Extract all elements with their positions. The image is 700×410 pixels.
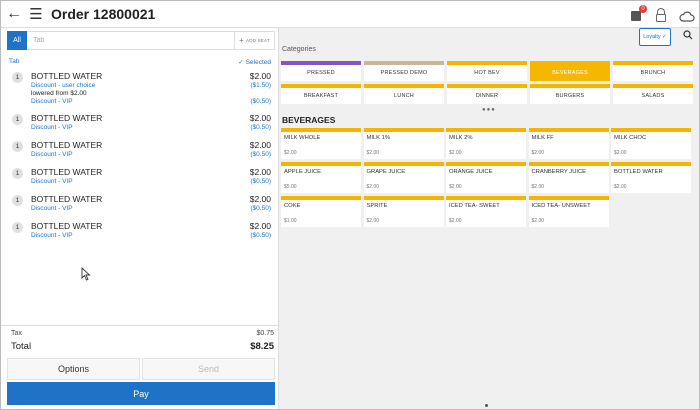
product-tile[interactable]: BOTTLED WATER $2.00 <box>611 162 691 193</box>
back-arrow-icon[interactable]: ← <box>1 1 27 28</box>
category-salads[interactable]: SALADS <box>613 84 693 104</box>
item-name: BOTTLED WATER <box>31 221 103 231</box>
item-price: $2.00 <box>249 167 271 177</box>
item-name: BOTTLED WATER <box>31 167 103 177</box>
add-seat-button[interactable]: + ADD SEAT <box>234 32 274 49</box>
tax-row: Tax $0.75 <box>11 330 274 337</box>
mouse-cursor-icon <box>81 267 91 281</box>
item-discount: Discount - VIP ($0.50) <box>31 178 271 185</box>
plus-icon: + <box>239 36 245 45</box>
product-tile[interactable]: MILK 2% $2.00 <box>446 128 526 159</box>
loyalty-button[interactable]: Loyalty ✓ <box>639 28 671 46</box>
tab-bar: All +ADD SEAT <box>7 30 275 50</box>
menu-icon[interactable]: ☰ <box>27 1 45 28</box>
category-grid: PRESSED PRESSED DEMO HOT BEV BEVERAGES B… <box>281 61 695 104</box>
tab-name-input[interactable] <box>27 32 234 49</box>
item-name: BOTTLED WATER <box>31 140 103 150</box>
product-grid: MILK WHOLE $2.00 MILK 1% $2.00 MILK 2% $2.0… <box>281 128 697 227</box>
top-header: ← ☰ Order 12800021 0 <box>1 1 699 28</box>
page-dots-indicator[interactable]: ●●● <box>482 107 496 113</box>
product-tile[interactable]: MILK CHOC $2.00 <box>611 128 691 159</box>
notification-badge: 0 <box>639 4 647 13</box>
categories-title: Categories <box>282 46 316 53</box>
menu-panel: Loyalty ✓ Categories PRESSED PRESSED DEM… <box>279 28 699 409</box>
selected-indicator[interactable]: ✓ Selected <box>238 58 271 66</box>
tab-all-button[interactable]: All <box>7 30 27 50</box>
order-item[interactable]: 1 BOTTLED WATER $2.00 Discount - VIP ($0.… <box>1 112 279 139</box>
tab-header-row: Tab ✓ Selected <box>9 58 271 66</box>
action-buttons: Options Send <box>7 358 275 380</box>
item-name: BOTTLED WATER <box>31 194 103 204</box>
item-price: $2.00 <box>249 113 271 123</box>
product-tile[interactable]: APPLE JUICE $5.00 <box>281 162 361 193</box>
item-discount: Discount - VIP ($0.50) <box>31 232 271 239</box>
quantity-badge: 1 <box>12 114 23 125</box>
product-tile[interactable]: ICED TEA- UNSWEET $2.00 <box>528 196 609 227</box>
quantity-badge: 1 <box>12 195 23 206</box>
order-title: Order 12800021 <box>51 6 156 22</box>
item-discount: Discount - VIP ($0.50) <box>31 205 271 212</box>
item-discount: Discount - VIP ($0.50) <box>31 124 271 131</box>
order-item[interactable]: 1 BOTTLED WATER $2.00 Discount - VIP ($0.… <box>1 139 279 166</box>
header-actions: 0 <box>629 1 695 28</box>
options-button[interactable]: Options <box>7 358 140 380</box>
category-pressed-demo[interactable]: PRESSED DEMO <box>364 61 444 81</box>
pay-button[interactable]: Pay <box>7 382 275 405</box>
quantity-badge: 1 <box>12 141 23 152</box>
order-items-list: 1 BOTTLED WATER $2.00 Discount - user ch… <box>1 70 279 247</box>
order-panel: All +ADD SEAT Tab ✓Selected 1 BOTTLED WA… <box>1 28 279 409</box>
section-title: BEVERAGES <box>282 115 336 125</box>
order-totals: Tax $0.75 Total $8.25 <box>1 325 279 352</box>
item-name: BOTTLED WATER <box>31 71 103 81</box>
item-name: BOTTLED WATER <box>31 113 103 123</box>
product-tile[interactable]: GRAPE JUICE $2.00 <box>363 162 444 193</box>
lock-icon[interactable] <box>655 7 667 22</box>
item-price: $2.00 <box>249 221 271 231</box>
item-price: $2.00 <box>249 194 271 204</box>
product-tile[interactable]: ORANGE JUICE $2.00 <box>446 162 526 193</box>
order-item[interactable]: 1 BOTTLED WATER $2.00 Discount - VIP ($0.… <box>1 220 279 247</box>
quantity-badge: 1 <box>12 168 23 179</box>
category-burgers[interactable]: BURGERS <box>530 84 610 104</box>
product-tile[interactable]: MILK 1% $2.00 <box>363 128 444 159</box>
check-icon: ✓ <box>238 59 244 66</box>
item-price: $2.00 <box>249 71 271 81</box>
quantity-badge: 1 <box>12 222 23 233</box>
page-indicator-dot <box>485 404 488 407</box>
total-row: Total $8.25 <box>11 341 274 352</box>
check-icon: ✓ <box>662 34 667 40</box>
cloud-icon[interactable] <box>679 9 695 22</box>
product-tile[interactable]: SPRITE $2.00 <box>363 196 444 227</box>
order-item[interactable]: 1 BOTTLED WATER $2.00 Discount - VIP ($0.… <box>1 193 279 220</box>
category-lunch[interactable]: LUNCH <box>364 84 444 104</box>
category-pressed[interactable]: PRESSED <box>281 61 361 81</box>
category-brunch[interactable]: BRUNCH <box>613 61 693 81</box>
total-value: $8.25 <box>250 341 274 352</box>
tab-label[interactable]: Tab <box>9 58 19 66</box>
shopping-bag-icon[interactable]: 0 <box>629 4 647 22</box>
product-tile[interactable]: COKE $1.00 <box>281 196 361 227</box>
item-modifier: Discount - user choice ($1.50) <box>31 82 271 89</box>
product-tile[interactable]: MILK FF $2.00 <box>528 128 609 159</box>
item-discount: Discount - VIP ($0.50) <box>31 151 271 158</box>
item-discount: Discount - VIP ($0.50) <box>31 98 271 105</box>
order-item[interactable]: 1 BOTTLED WATER $2.00 Discount - user ch… <box>1 70 279 112</box>
tax-value: $0.75 <box>256 330 274 337</box>
send-button[interactable]: Send <box>142 358 275 380</box>
category-dinner[interactable]: DINNER <box>447 84 527 104</box>
app-window: ← ☰ Order 12800021 0 All +ADD SEAT Tab ✓… <box>0 0 700 410</box>
quantity-badge: 1 <box>12 72 23 83</box>
category-breakfast[interactable]: BREAKFAST <box>281 84 361 104</box>
item-price: $2.00 <box>249 140 271 150</box>
item-note: lowered from $2.00 <box>31 90 87 97</box>
category-beverages[interactable]: BEVERAGES <box>530 61 610 81</box>
search-icon[interactable] <box>683 30 693 40</box>
product-tile[interactable]: CRANBERRY JUICE $2.00 <box>528 162 609 193</box>
category-hot-bev[interactable]: HOT BEV <box>447 61 527 81</box>
product-tile[interactable]: ICED TEA- SWEET $2.00 <box>446 196 526 227</box>
product-tile[interactable]: MILK WHOLE $2.00 <box>281 128 361 159</box>
order-item[interactable]: 1 BOTTLED WATER $2.00 Discount - VIP ($0.… <box>1 166 279 193</box>
